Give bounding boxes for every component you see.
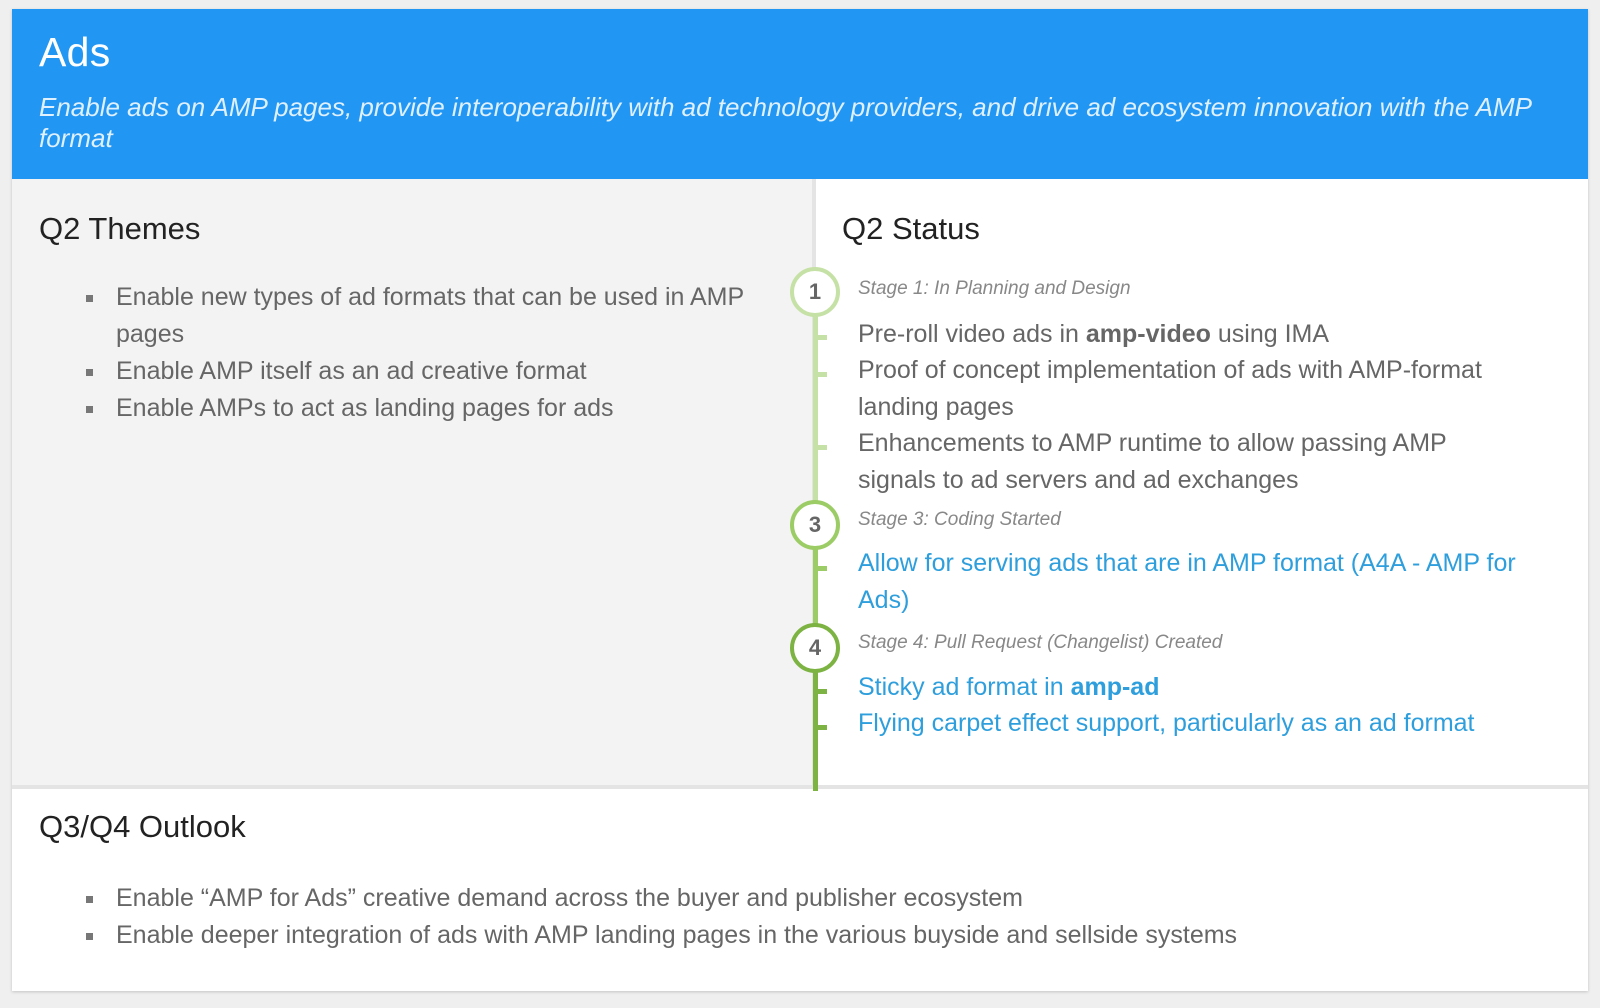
stage-1-badge: 1	[790, 267, 840, 317]
outlook-list: Enable “AMP for Ads” creative demand acr…	[51, 880, 1531, 954]
status-item: Enhancements to AMP runtime to allow pas…	[858, 429, 1447, 494]
stage-4-badge: 4	[790, 623, 840, 673]
theme-text: Enable AMPs to act as landing pages for …	[116, 394, 614, 422]
themes-title: Q2 Themes	[39, 211, 201, 246]
bullet-icon	[86, 295, 93, 302]
timeline-tick	[813, 445, 827, 450]
item-text-pre: Sticky ad format in	[858, 673, 1071, 701]
list-item: Enable “AMP for Ads” creative demand acr…	[51, 880, 1531, 917]
status-title: Q2 Status	[842, 211, 980, 246]
stage-3-label: Stage 3: Coding Started	[858, 509, 1061, 530]
row-divider	[12, 785, 1588, 789]
timeline-tick	[813, 372, 827, 377]
theme-text: Enable new types of ad formats that can …	[116, 283, 744, 348]
stage-3-badge: 3	[790, 500, 840, 550]
status-item: Pre-roll video ads in amp-video using IM…	[858, 316, 1518, 353]
outlook-text: Enable “AMP for Ads” creative demand acr…	[116, 884, 1023, 912]
theme-text: Enable AMP itself as an ad creative form…	[116, 357, 587, 385]
timeline-tick	[813, 725, 827, 730]
bullet-icon	[86, 933, 93, 940]
bullet-icon	[86, 369, 93, 376]
status-item-link[interactable]: Allow for serving ads that are in AMP fo…	[858, 545, 1518, 619]
list-item: Enable deeper integration of ads with AM…	[51, 917, 1531, 954]
item-text-pre: Pre-roll video ads in	[858, 320, 1086, 348]
ads-card: Ads Enable ads on AMP pages, provide int…	[12, 9, 1588, 991]
themes-panel	[12, 179, 812, 785]
outlook-text: Enable deeper integration of ads with AM…	[116, 921, 1238, 949]
status-item: Proof of concept implementation of ads w…	[858, 356, 1482, 421]
list-item: Enable AMP itself as an ad creative form…	[51, 353, 771, 390]
status-item-link[interactable]: Flying carpet effect support, particular…	[858, 705, 1558, 742]
timeline-tick	[813, 335, 827, 340]
bullet-icon	[86, 896, 93, 903]
list-item: Enable new types of ad formats that can …	[51, 279, 771, 353]
bullet-icon	[86, 406, 93, 413]
stage-4-label: Stage 4: Pull Request (Changelist) Creat…	[858, 632, 1223, 653]
header-banner: Ads Enable ads on AMP pages, provide int…	[12, 9, 1588, 179]
list-item: Enable AMPs to act as landing pages for …	[51, 390, 771, 427]
item-text-bold: amp-video	[1085, 320, 1211, 348]
timeline-tick	[813, 689, 827, 694]
timeline-tick	[813, 566, 827, 571]
page-subtitle: Enable ads on AMP pages, provide interop…	[39, 92, 1531, 153]
item-text-bold: amp-ad	[1070, 673, 1160, 701]
item-text-post: using IMA	[1210, 320, 1330, 348]
status-item-link[interactable]: Sticky ad format in amp-ad	[858, 669, 1518, 706]
timeline-segment-stage1	[813, 309, 818, 517]
page-title: Ads	[39, 29, 111, 75]
themes-list: Enable new types of ad formats that can …	[51, 279, 771, 427]
stage-1-label: Stage 1: In Planning and Design	[858, 278, 1131, 299]
outlook-title: Q3/Q4 Outlook	[39, 809, 246, 844]
